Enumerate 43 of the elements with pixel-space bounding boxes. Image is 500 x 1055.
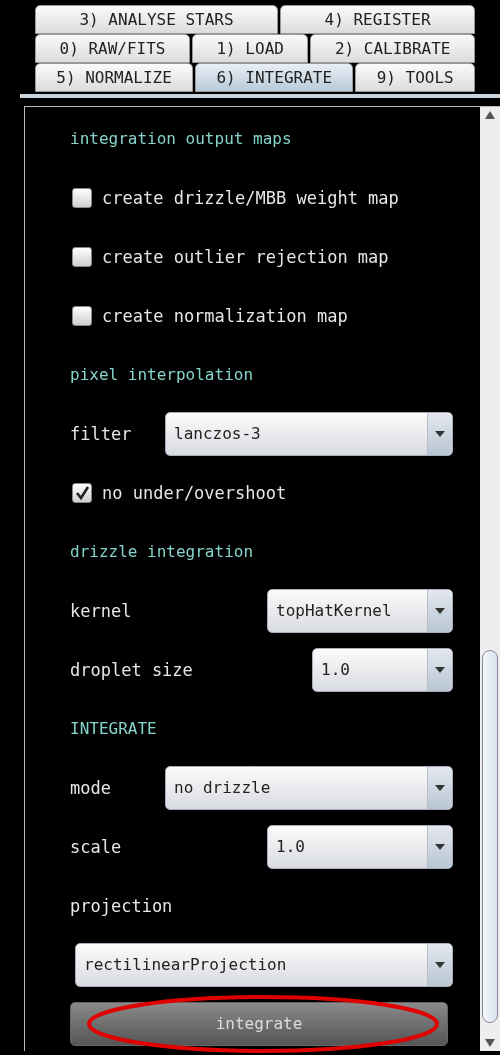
scroll-thumb[interactable] bbox=[482, 650, 498, 1023]
checkbox-label: create normalization map bbox=[102, 305, 348, 326]
tab[interactable]: 5) NORMALIZE bbox=[35, 63, 194, 92]
dropdown-arrow-icon bbox=[435, 666, 445, 673]
section-heading: integration output maps bbox=[70, 129, 292, 148]
checkbox[interactable] bbox=[72, 246, 92, 267]
checkbox-label: no under/overshoot bbox=[102, 482, 287, 503]
dropdown-arrow-icon bbox=[435, 430, 445, 437]
dropdown-arrow-icon bbox=[435, 607, 445, 614]
scrollbar[interactable] bbox=[480, 107, 500, 1051]
dropdown[interactable]: topHatKernel bbox=[267, 588, 453, 633]
tab[interactable]: 9) TOOLS bbox=[355, 63, 475, 92]
dropdown[interactable]: lanczos-3 bbox=[165, 411, 453, 456]
tab[interactable]: 3) ANALYSE STARS bbox=[35, 5, 279, 34]
field-label: filter bbox=[70, 423, 132, 444]
checkbox[interactable] bbox=[72, 187, 92, 208]
dropdown[interactable]: 1.0 bbox=[312, 647, 453, 692]
integrate-button[interactable]: integrate bbox=[70, 1001, 448, 1046]
dropdown[interactable]: 1.0 bbox=[267, 824, 453, 869]
section-heading: pixel interpolation bbox=[70, 365, 254, 384]
tab[interactable]: 4) REGISTER bbox=[280, 5, 475, 34]
dropdown-arrow-icon bbox=[435, 843, 445, 850]
dropdown[interactable]: no drizzle bbox=[165, 765, 453, 810]
scroll-up-icon[interactable] bbox=[485, 111, 495, 119]
section-heading: drizzle integration bbox=[70, 542, 254, 561]
dropdown-arrow-icon bbox=[435, 784, 445, 791]
field-label: mode bbox=[70, 777, 111, 798]
checkbox[interactable] bbox=[72, 305, 92, 326]
tab[interactable]: 0) RAW/FITS bbox=[35, 34, 190, 63]
field-label: projection bbox=[70, 895, 173, 916]
tab[interactable]: 6) INTEGRATE bbox=[195, 63, 354, 92]
field-label: droplet size bbox=[70, 659, 193, 680]
tab[interactable]: 2) CALIBRATE bbox=[310, 34, 475, 63]
checkbox-label: create drizzle/MBB weight map bbox=[102, 187, 399, 208]
tab[interactable]: 1) LOAD bbox=[191, 34, 309, 63]
field-label: kernel bbox=[70, 600, 132, 621]
checkbox[interactable] bbox=[72, 482, 92, 503]
dropdown[interactable]: rectilinearProjection bbox=[75, 942, 453, 987]
dropdown-arrow-icon bbox=[435, 961, 445, 968]
scroll-down-icon[interactable] bbox=[485, 1039, 495, 1047]
section-heading: INTEGRATE bbox=[70, 719, 157, 738]
field-label: scale bbox=[70, 836, 122, 857]
checkbox-label: create outlier rejection map bbox=[102, 246, 389, 267]
